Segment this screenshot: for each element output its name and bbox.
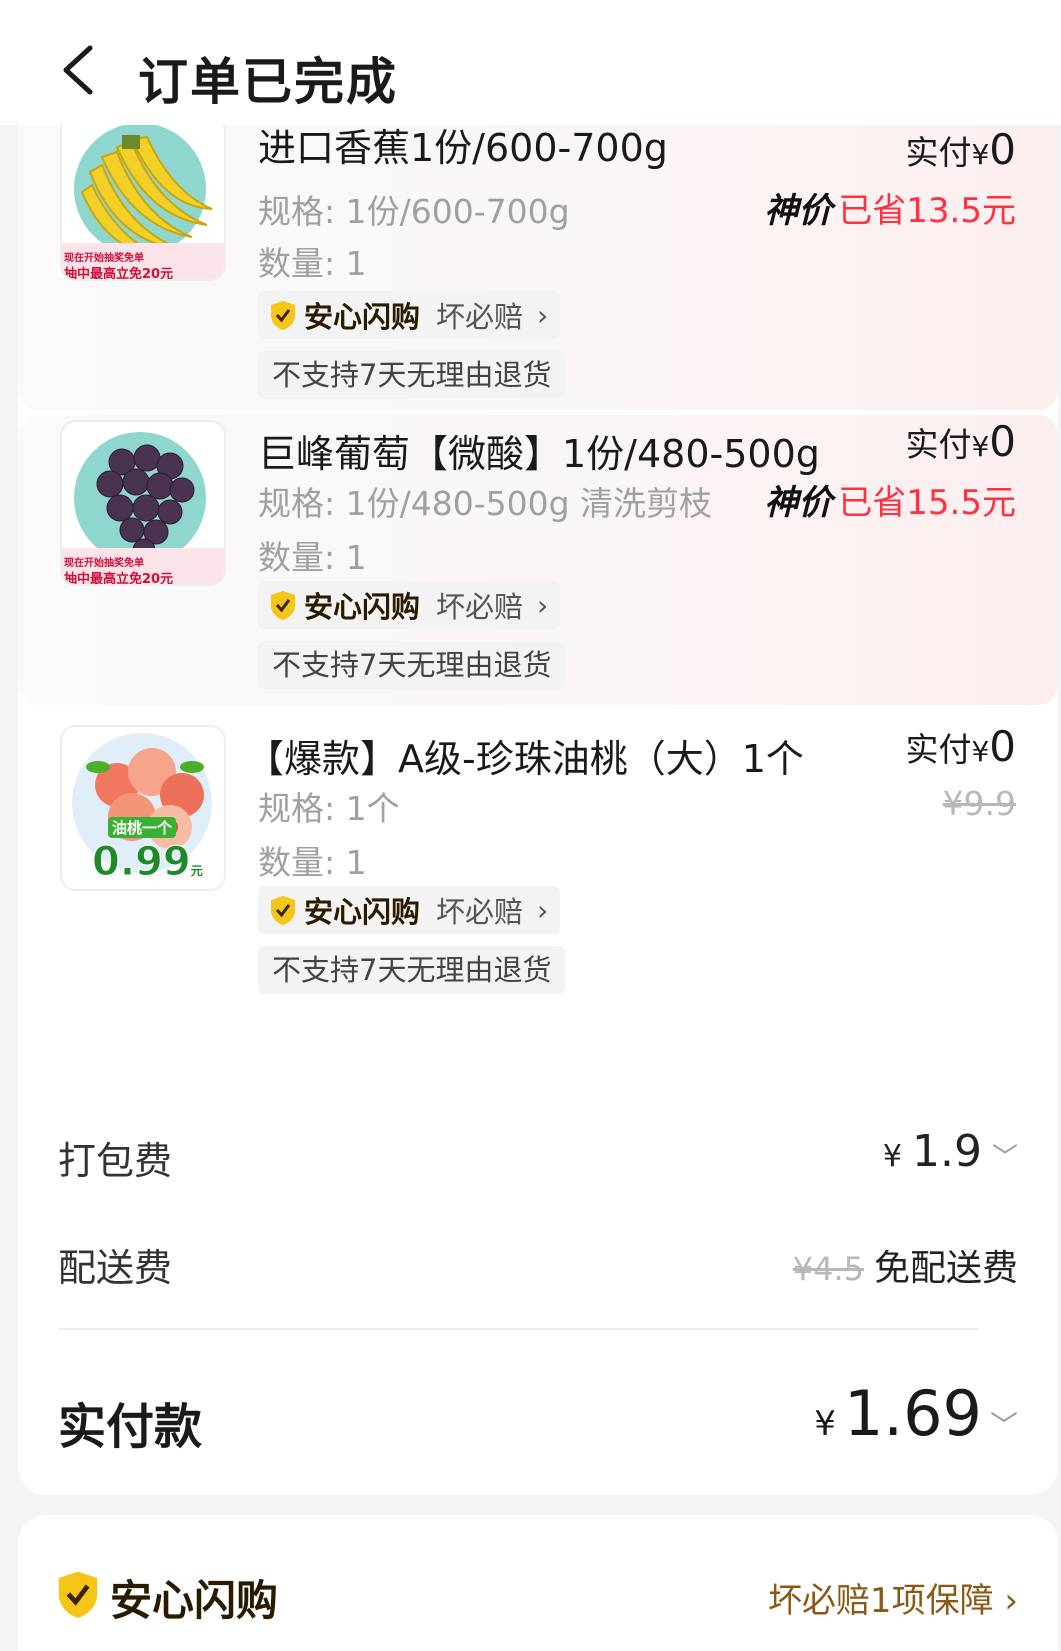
saved-amount: 已省13.5元 [838, 191, 1016, 231]
background-gap [0, 150, 18, 1500]
guarantee-name: 安心闪购 [304, 895, 421, 929]
image-label: 油桃一个 [108, 817, 177, 838]
guarantee-text: 坏必赔 [436, 300, 524, 334]
packing-fee-currency: ¥ [882, 1139, 902, 1174]
image-price-value: 0.99 [92, 839, 192, 886]
total-label: 实付款 [58, 1399, 203, 1455]
promo-saved: 神价 已省13.5元 [764, 183, 1016, 232]
shield-check-icon [58, 1571, 98, 1618]
item-quantity: 数量: 1 [258, 843, 367, 882]
guarantee-text: 坏必赔 [436, 895, 524, 929]
delivery-fee-original: ¥4.5 [792, 1250, 864, 1288]
paid-currency: ¥ [971, 138, 990, 171]
guarantee-tag[interactable]: 安心闪购 坏必赔 › [258, 581, 561, 629]
banana-thumbnail[interactable]: 现在开始抽奖免单 抽中最高立免20元 [60, 115, 226, 281]
delivery-fee-amount: ¥4.5 免配送费 [793, 1239, 1018, 1291]
chevron-down-icon[interactable]: ﹀ [992, 1137, 1018, 1174]
item-spec: 规格: 1份/480-500g 清洗剪枝 [258, 484, 713, 523]
image-price: 0.99 元 [92, 839, 203, 886]
guarantee-card-title: 安心闪购 [110, 1576, 279, 1625]
item-name: 进口香蕉1份/600-700g [258, 126, 668, 170]
paid-value: 0 [989, 417, 1016, 466]
no-return-tag: 不支持7天无理由退货 [258, 946, 566, 994]
paid-amount: 实付¥0 [905, 417, 1016, 466]
paid-label: 实付 [905, 425, 972, 464]
guarantee-text: 坏必赔 [436, 590, 524, 624]
chevron-right-icon: › [1004, 1581, 1018, 1621]
item-quantity: 数量: 1 [258, 244, 367, 283]
packing-fee-label: 打包费 [58, 1139, 173, 1183]
total-amount: ¥ 1.69 ﹀ [814, 1377, 1018, 1450]
image-banner-small: 现在开始抽奖免单 [64, 253, 144, 264]
nectarine-thumbnail[interactable]: 油桃一个 0.99 元 [60, 725, 226, 891]
guarantee-tag[interactable]: 安心闪购 坏必赔 › [258, 886, 561, 934]
chevron-right-icon: › [537, 298, 549, 332]
order-items-card: 现在开始抽奖免单 抽中最高立免20元 进口香蕉1份/600-700g 规格: 1… [18, 65, 1058, 1495]
list-item[interactable]: 油桃一个 0.99 元 【爆款】A级-珍珠油桃（大）1个 规格: 1个 数量: … [18, 720, 1058, 1010]
guarantee-name: 安心闪购 [304, 300, 421, 334]
delivery-fee-label: 配送费 [58, 1246, 173, 1290]
guarantee-summary[interactable]: 坏必赔1项保障 › [768, 1573, 1018, 1622]
chevron-right-icon: › [537, 588, 549, 622]
shield-check-icon [271, 896, 295, 925]
divider [58, 1328, 978, 1330]
grape-thumbnail[interactable]: 现在开始抽奖免单 抽中最高立免20元 [60, 420, 226, 586]
paid-label: 实付 [905, 133, 972, 172]
paid-value: 0 [989, 722, 1016, 771]
packing-fee-value: 1.9 [912, 1126, 982, 1177]
paid-label: 实付 [905, 730, 972, 769]
shield-check-icon [271, 591, 295, 620]
packing-fee-amount: ¥ 1.9 ﹀ [883, 1126, 1018, 1177]
no-return-tag: 不支持7天无理由退货 [258, 351, 566, 399]
saved-amount: 已省15.5元 [838, 483, 1016, 523]
item-quantity: 数量: 1 [258, 538, 367, 577]
paid-amount: 实付¥0 [905, 125, 1016, 174]
guarantee-summary-text: 坏必赔1项保障 [767, 1581, 994, 1621]
paid-value: 0 [989, 125, 1016, 174]
guarantee-card[interactable]: 安心闪购 坏必赔1项保障 › [18, 1515, 1058, 1651]
paid-currency: ¥ [971, 430, 990, 463]
total-value: 1.69 [843, 1377, 982, 1450]
packing-fee-row[interactable]: 打包费 ¥ 1.9 ﹀ [58, 1120, 1018, 1190]
image-banner: 抽中最高立免20元 [64, 267, 174, 281]
promo-tag: 神价 [764, 191, 833, 231]
guarantee-name: 安心闪购 [304, 590, 421, 624]
promo-saved: 神价 已省15.5元 [764, 475, 1016, 524]
item-spec: 规格: 1份/600-700g [258, 192, 570, 231]
item-spec: 规格: 1个 [258, 789, 400, 828]
image-price-unit: 元 [190, 864, 203, 878]
chevron-left-icon[interactable] [58, 40, 108, 100]
total-currency: ¥ [814, 1404, 836, 1444]
paid-amount: 实付¥0 [905, 722, 1016, 771]
promo-tag: 神价 [764, 483, 833, 523]
delivery-fee-row: 配送费 ¥4.5 免配送费 [58, 1227, 1018, 1297]
chevron-right-icon: › [537, 893, 549, 927]
total-paid-row[interactable]: 实付款 ¥ 1.69 ﹀ [58, 1377, 1018, 1457]
paid-currency: ¥ [971, 735, 990, 768]
page-title: 订单已完成 [138, 53, 398, 111]
shield-check-icon [271, 301, 295, 330]
delivery-fee-free: 免配送费 [873, 1248, 1018, 1289]
chevron-down-icon[interactable]: ﹀ [990, 1404, 1018, 1444]
item-name: 【爆款】A级-珍珠油桃（大）1个 [246, 737, 804, 781]
item-name: 巨峰葡萄【微酸】1份/480-500g [258, 432, 820, 476]
no-return-tag: 不支持7天无理由退货 [258, 641, 566, 689]
guarantee-tag[interactable]: 安心闪购 坏必赔 › [258, 291, 561, 339]
top-bar: 订单已完成 [0, 0, 1061, 125]
list-item[interactable]: 现在开始抽奖免单 抽中最高立免20元 巨峰葡萄【微酸】1份/480-500g 规… [18, 415, 1058, 705]
image-banner: 抽中最高立免20元 [64, 572, 174, 586]
original-price: ¥9.9 [942, 784, 1016, 823]
image-banner-small: 现在开始抽奖免单 [64, 558, 144, 569]
